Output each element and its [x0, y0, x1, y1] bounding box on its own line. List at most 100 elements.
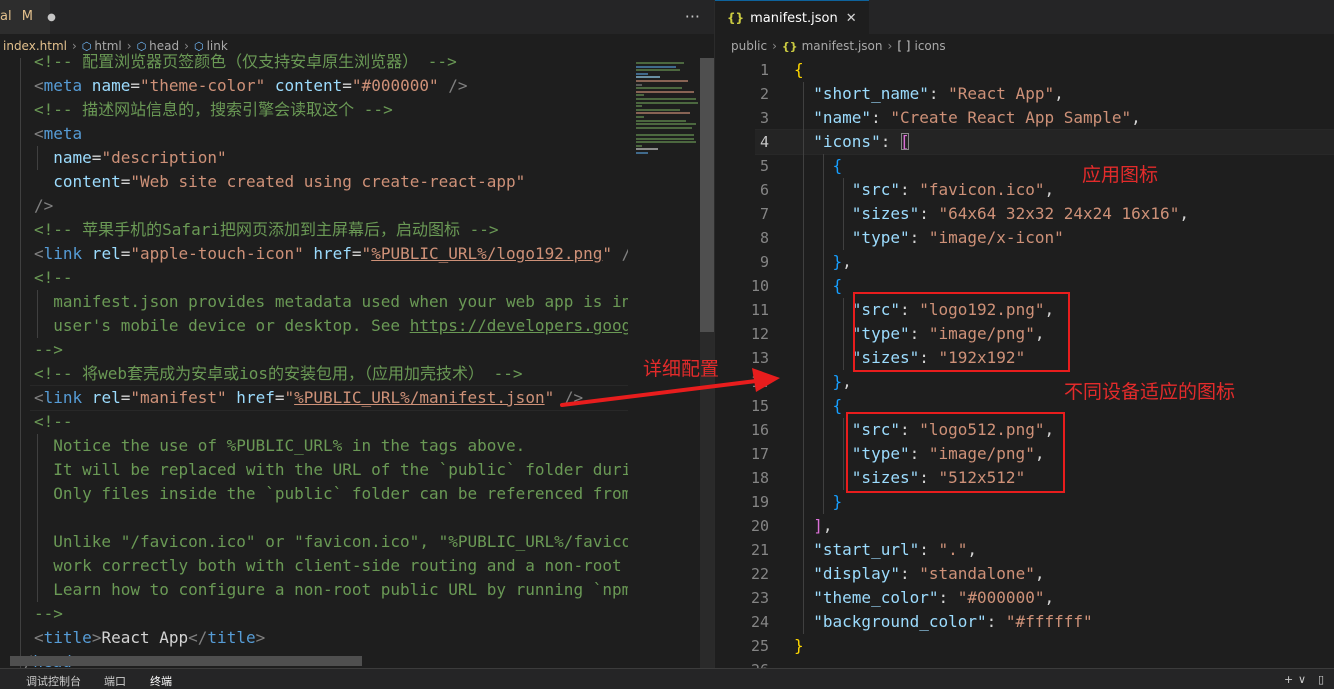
code-line: <meta name="theme-color" content="#00000…	[34, 76, 468, 95]
indent-guide	[20, 58, 21, 668]
minimap-row	[636, 134, 694, 136]
code-line: content="Web site created using create-r…	[34, 172, 526, 191]
line-number: 20	[750, 517, 769, 535]
minimap-row	[636, 72, 648, 75]
annotation-app-icon: 应用图标	[1082, 164, 1159, 186]
minimap-row	[636, 76, 660, 79]
code-line: "src": "favicon.ico",	[851, 180, 1055, 199]
minimap-row	[636, 112, 690, 115]
code-line: <!--	[34, 412, 73, 431]
right-tab-bar: {} manifest.json ✕	[715, 0, 1334, 35]
minimap-row	[636, 94, 644, 97]
code-line: <!-- 配置浏览器页签颜色（仅支持安卓原生浏览器） -->	[34, 52, 457, 71]
tab-label: manifest.json	[750, 11, 838, 26]
tab-index-html[interactable]: al M ●	[0, 0, 56, 34]
panel-tab-bar: 调试控制台 端口 终端 + ∨ ▯	[0, 668, 1334, 689]
code-line: },	[832, 372, 852, 391]
code-line: -->	[34, 340, 63, 359]
tab-label: al	[0, 9, 12, 24]
minimap-row	[636, 83, 642, 86]
minimap-row	[636, 101, 698, 104]
line-number: 21	[750, 541, 769, 559]
minimap-row	[636, 137, 694, 140]
modified-marker: M	[21, 9, 33, 24]
line-number: 6	[759, 181, 769, 199]
code-line: user's mobile device or desktop. See htt…	[34, 316, 714, 335]
breadcrumb-item[interactable]: manifest.json	[802, 39, 883, 53]
new-terminal-icon[interactable]: +	[1284, 673, 1293, 686]
annotation-box-logo512	[846, 412, 1065, 493]
split-terminal-icon[interactable]: ▯	[1318, 673, 1324, 686]
tab-manifest-json[interactable]: {} manifest.json ✕	[715, 0, 869, 35]
code-line: "sizes": "64x64 32x32 24x24 16x16",	[851, 204, 1189, 223]
minimap-row	[636, 90, 694, 93]
array-icon: [ ]	[897, 39, 911, 53]
minimap-row	[636, 119, 686, 122]
line-number: 19	[750, 493, 769, 511]
breadcrumb-item[interactable]: public	[731, 39, 767, 53]
line-number: 2	[759, 85, 769, 103]
line-number: 25	[750, 637, 769, 655]
code-line: Notice the use of %PUBLIC_URL% in the ta…	[34, 436, 526, 455]
code-line: "name": "Create React App Sample",	[813, 108, 1141, 127]
minimap-row	[636, 116, 644, 118]
left-tab-bar: al M ● ···	[0, 0, 714, 34]
code-line: <!-- 苹果手机的Safari把网页添加到主屏幕后，启动图标 -->	[34, 220, 499, 239]
code-line: <link rel="apple-touch-icon" href="%PUBL…	[34, 244, 641, 263]
line-number: 11	[750, 301, 769, 319]
code-line: "short_name": "React App",	[813, 84, 1064, 103]
left-editor-pane: al M ● ··· index.html › ⬡ html › ⬡ head › ⬡ link …	[0, 0, 714, 668]
code-line: name="description"	[34, 148, 227, 167]
breadcrumb: public › {} manifest.json › [ ] icons	[715, 34, 1334, 58]
line-number: 13	[750, 349, 769, 367]
line-number: 12	[750, 325, 769, 343]
line-number: 9	[759, 253, 769, 271]
code-line: "type": "image/x-icon"	[851, 228, 1064, 247]
code-line: -->	[34, 604, 63, 623]
horizontal-scrollbar[interactable]	[10, 656, 362, 666]
annotation-detail-config: 详细配置	[643, 358, 720, 380]
code-line: {	[832, 396, 843, 415]
close-icon[interactable]: ✕	[846, 11, 857, 26]
panel-tab-terminal[interactable]: 终端	[150, 673, 172, 689]
code-line: Unlike "/favicon.ico" or "favicon.ico", …	[34, 532, 714, 551]
minimap-row	[636, 144, 642, 147]
code-line: }	[832, 492, 843, 511]
code-line: work correctly both with client-side rou…	[34, 556, 714, 575]
minimap-row	[636, 80, 688, 82]
line-number: 16	[750, 421, 769, 439]
scrollbar-thumb[interactable]	[700, 58, 714, 332]
code-line: <link rel="manifest" href="%PUBLIC_URL%/…	[34, 388, 584, 407]
code-line: {	[832, 156, 843, 175]
minimap-row	[636, 62, 684, 64]
line-number: 23	[750, 589, 769, 607]
minimap-row	[636, 126, 692, 129]
code-line: />	[34, 196, 54, 215]
line-number: 22	[750, 565, 769, 583]
unsaved-dot-icon: ●	[47, 12, 56, 23]
code-line: It will be replaced with the URL of the …	[34, 460, 714, 479]
panel-tab-debug-console[interactable]: 调试控制台	[26, 673, 81, 689]
minimap-row	[636, 141, 696, 144]
json-file-icon: {}	[727, 11, 745, 25]
line-number: 8	[759, 229, 769, 247]
chevron-down-icon[interactable]: ∨	[1298, 673, 1306, 686]
line-number: 17	[750, 445, 769, 463]
annotation-box-logo192	[853, 292, 1070, 372]
line-number: 3	[759, 109, 769, 127]
line-number: 4	[759, 133, 769, 151]
line-number: 14	[750, 373, 769, 391]
json-file-icon: {}	[781, 40, 798, 53]
code-line: <!-- 描述网站信息的，搜索引擎会读取这个 -->	[34, 100, 393, 119]
line-number: 24	[750, 613, 769, 631]
code-line: manifest.json provides metadata used whe…	[34, 292, 714, 311]
code-line: <meta	[34, 124, 83, 143]
line-number: 26	[733, 658, 769, 668]
minimap-row	[636, 69, 680, 72]
code-line: },	[832, 252, 852, 271]
annotation-device-icons: 不同设备适应的图标	[1064, 381, 1236, 403]
panel-tab-ports[interactable]: 端口	[104, 673, 126, 689]
more-actions-icon[interactable]: ···	[685, 0, 700, 34]
breadcrumb-item[interactable]: icons	[915, 39, 946, 53]
minimap-row	[636, 148, 658, 151]
